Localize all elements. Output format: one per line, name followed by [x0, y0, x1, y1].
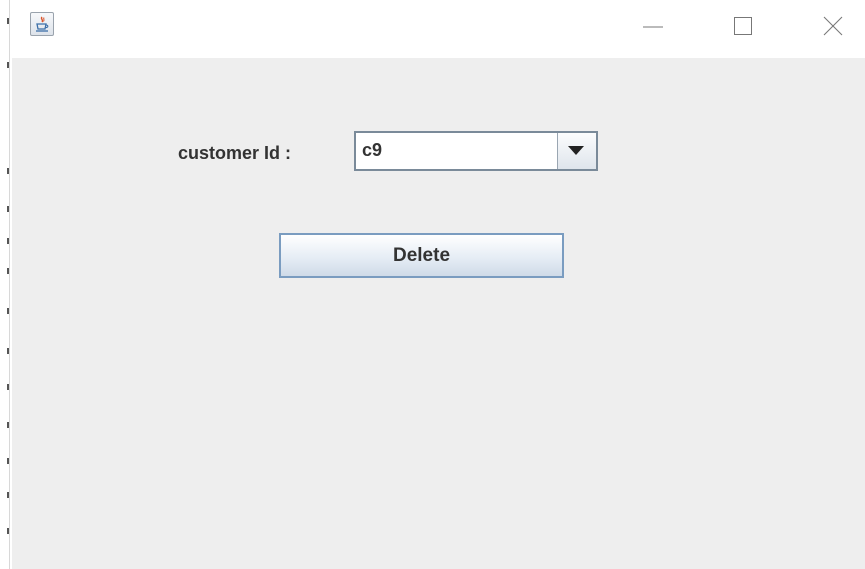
title-bar[interactable] [12, 0, 865, 58]
maximize-icon [734, 17, 752, 35]
customer-id-label: customer Id : [178, 143, 292, 163]
java-coffee-cup-icon[interactable] [30, 12, 54, 36]
combobox-dropdown-button[interactable] [557, 133, 596, 169]
content-panel: customer Id : c9 Delete [12, 58, 865, 569]
maximize-button[interactable] [720, 0, 766, 52]
app-window: customer Id : c9 Delete [0, 0, 865, 569]
minimize-button[interactable] [630, 0, 676, 52]
delete-button[interactable]: Delete [279, 233, 564, 278]
customer-id-combobox[interactable]: c9 [354, 131, 598, 171]
chevron-down-icon [568, 146, 584, 155]
minimize-icon [643, 26, 663, 28]
background-window-edge [0, 0, 12, 569]
close-icon [823, 16, 843, 36]
close-button[interactable] [810, 0, 856, 52]
customer-id-selected-value[interactable]: c9 [356, 133, 557, 169]
